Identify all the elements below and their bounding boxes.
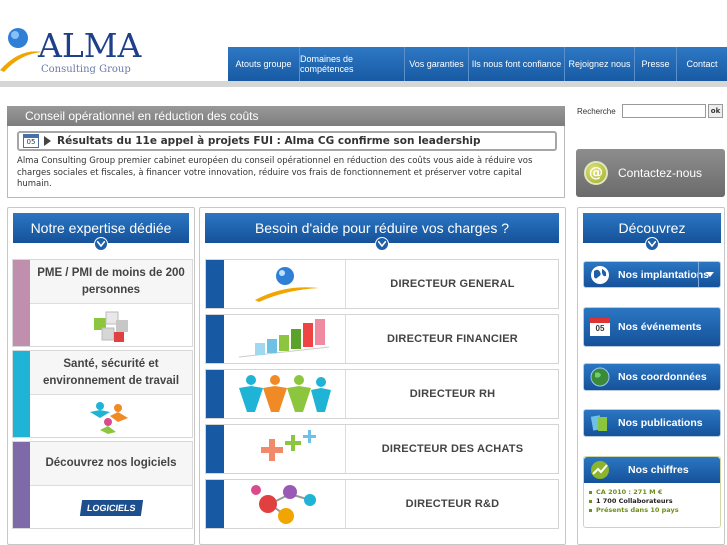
nav-domaines-competences[interactable]: Domaines de compétences xyxy=(299,47,404,81)
chevron-down-icon xyxy=(375,237,389,251)
search-ok-button[interactable]: ok xyxy=(708,104,723,118)
alma-logo[interactable]: ALMA Consulting Group xyxy=(0,26,148,78)
chiffre-item: CA 2010 : 271 M € xyxy=(589,488,720,497)
discover-panel: Découvrez Nos implantations 05 Nos événe… xyxy=(577,207,725,545)
charges-row-label: DIRECTEUR RH xyxy=(409,388,496,400)
nos-coordonnees-button[interactable]: Nos coordonnées xyxy=(583,363,721,391)
contact-button[interactable]: @ Contactez-nous xyxy=(576,149,725,197)
item-color-strip xyxy=(13,260,30,346)
item-color-strip xyxy=(13,442,30,528)
logiciels-badge: LOGICIELS xyxy=(30,487,192,528)
search-label: Recherche xyxy=(577,107,616,116)
logiciels-badge-text: LOGICIELS xyxy=(79,499,143,516)
calendar-icon: 05 xyxy=(23,134,39,148)
top-navigation: Atouts groupe Domaines de compétences Vo… xyxy=(228,47,727,81)
search-input[interactable] xyxy=(622,104,706,118)
people-icon xyxy=(30,396,192,437)
molecules-icon xyxy=(224,480,346,528)
charges-row-label: DIRECTEUR GENERAL xyxy=(390,278,515,290)
news-headline-link[interactable]: 05 Résultats du 11e appel à projets FUI … xyxy=(17,131,557,151)
cubes-icon xyxy=(30,305,192,346)
expertise-panel: Notre expertise dédiée PME / PMI de moin… xyxy=(7,207,195,545)
chiffre-item: 1 700 Collaborateurs xyxy=(589,497,720,506)
nav-contact[interactable]: Contact xyxy=(676,47,727,81)
expertise-item-label: Santé, sécurité et environnement de trav… xyxy=(30,351,192,395)
nos-chiffres-header[interactable]: Nos chiffres xyxy=(584,457,720,483)
team-icon xyxy=(224,370,346,418)
charges-row-label: DIRECTEUR FINANCIER xyxy=(387,333,518,345)
nos-publications-button[interactable]: Nos publications xyxy=(583,409,721,437)
expertise-item-label: Découvrez nos logiciels xyxy=(30,442,192,486)
expertise-item-sante[interactable]: Santé, sécurité et environnement de trav… xyxy=(12,350,193,438)
intro-description: Alma Consulting Group premier cabinet eu… xyxy=(17,156,533,189)
chevron-down-icon xyxy=(645,237,659,251)
world-map-icon xyxy=(588,264,612,286)
nos-coordonnees-label: Nos coordonnées xyxy=(618,371,707,383)
books-icon xyxy=(588,412,612,434)
bar-chart-icon xyxy=(224,315,346,363)
charges-row-label: DIRECTEUR R&D xyxy=(405,498,500,510)
header-divider xyxy=(0,81,727,87)
charges-row-directeur-achats[interactable]: DIRECTEUR DES ACHATS xyxy=(205,424,559,474)
expertise-item-logiciels[interactable]: Découvrez nos logiciels LOGICIELS xyxy=(12,441,193,529)
nav-rejoignez-nous[interactable]: Rejoignez nous xyxy=(564,47,634,81)
at-sign-icon: @ xyxy=(584,161,608,185)
nos-implantations-label: Nos implantations xyxy=(618,268,710,281)
chiffre-item: Présents dans 10 pays xyxy=(589,506,720,515)
play-arrow-icon xyxy=(44,136,51,146)
nos-evenements-button[interactable]: 05 Nos événements xyxy=(583,307,721,347)
intro-bar-title: Conseil opérationnel en réduction des co… xyxy=(7,106,565,126)
nav-ils-nous-font-confiance[interactable]: Ils nous font confiance xyxy=(468,47,564,81)
expertise-item-pme[interactable]: PME / PMI de moins de 200 personnes xyxy=(12,259,193,347)
calendar-icon: 05 xyxy=(588,316,612,338)
dropdown-arrow-icon xyxy=(698,262,720,287)
contact-button-label: Contactez-nous xyxy=(618,166,703,180)
charges-row-directeur-rh[interactable]: DIRECTEUR RH xyxy=(205,369,559,419)
charges-row-directeur-financier[interactable]: DIRECTEUR FINANCIER xyxy=(205,314,559,364)
globe-icon xyxy=(224,260,346,308)
nos-implantations-dropdown[interactable]: Nos implantations xyxy=(583,261,721,288)
growth-chart-icon xyxy=(588,459,612,481)
plus-signs-icon xyxy=(224,425,346,473)
item-color-strip xyxy=(13,351,30,437)
logo-subtitle: Consulting Group xyxy=(41,64,131,75)
nos-chiffres-list: CA 2010 : 271 M € 1 700 Collaborateurs P… xyxy=(584,483,720,515)
nos-chiffres-box: Nos chiffres CA 2010 : 271 M € 1 700 Col… xyxy=(583,456,721,528)
nos-evenements-label: Nos événements xyxy=(618,321,702,333)
expertise-item-label: PME / PMI de moins de 200 personnes xyxy=(30,260,192,304)
nos-chiffres-title: Nos chiffres xyxy=(628,464,689,476)
charges-row-directeur-general[interactable]: DIRECTEUR GENERAL xyxy=(205,259,559,309)
chevron-down-icon xyxy=(94,237,108,251)
globe-icon xyxy=(588,366,612,388)
charges-row-label: DIRECTEUR DES ACHATS xyxy=(381,443,524,455)
intro-box: 05 Résultats du 11e appel à projets FUI … xyxy=(7,126,565,198)
nav-vos-garanties[interactable]: Vos garanties xyxy=(404,47,468,81)
charges-row-directeur-rd[interactable]: DIRECTEUR R&D xyxy=(205,479,559,529)
nos-publications-label: Nos publications xyxy=(618,417,703,429)
charges-panel: Besoin d'aide pour réduire vos charges ?… xyxy=(199,207,566,545)
nav-atouts-groupe[interactable]: Atouts groupe xyxy=(228,47,299,81)
news-headline-text: Résultats du 11e appel à projets FUI : A… xyxy=(57,135,481,147)
logo-wordmark: ALMA xyxy=(38,26,142,65)
nav-presse[interactable]: Presse xyxy=(634,47,676,81)
